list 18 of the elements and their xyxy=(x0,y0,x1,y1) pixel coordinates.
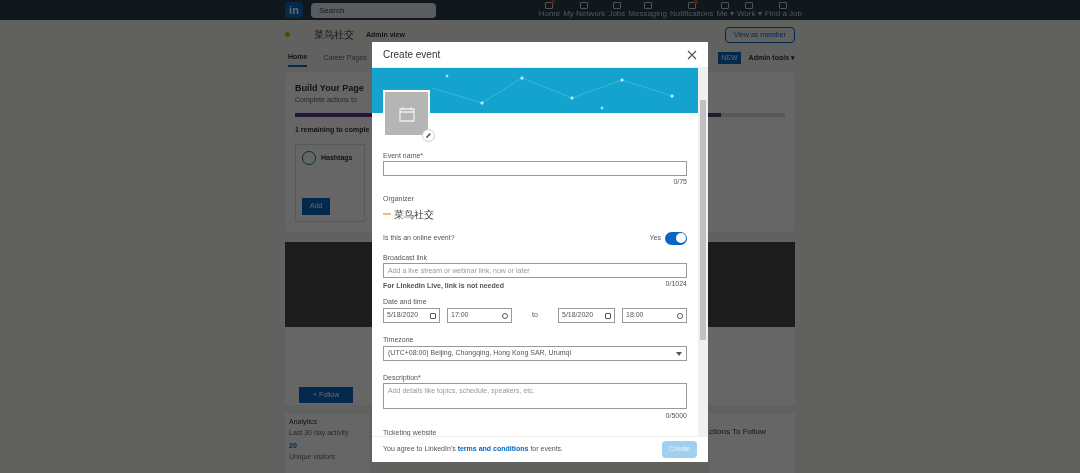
scrollbar-thumb[interactable] xyxy=(700,100,706,340)
logo[interactable]: in xyxy=(285,2,303,18)
calendar-icon xyxy=(430,312,436,319)
edit-button[interactable] xyxy=(422,129,435,142)
organizer-name: 菜鸟社交 xyxy=(394,207,434,222)
text-field[interactable] xyxy=(383,161,687,176)
online-event-toggle[interactable] xyxy=(665,231,687,245)
dialog-title: Create event xyxy=(383,48,441,62)
scrollbar[interactable] xyxy=(698,68,708,436)
pencil-icon xyxy=(425,132,432,139)
close-icon[interactable] xyxy=(687,49,697,60)
logo-icon xyxy=(285,32,290,38)
calendar-icon xyxy=(605,312,611,319)
calendar-icon xyxy=(397,104,416,123)
dropdown-caret-icon xyxy=(676,351,682,356)
card-title: Build Your Page xyxy=(295,81,365,95)
page-name: 菜鸟社交 xyxy=(314,28,354,43)
side-card-title: ctions To Follow xyxy=(709,427,766,436)
